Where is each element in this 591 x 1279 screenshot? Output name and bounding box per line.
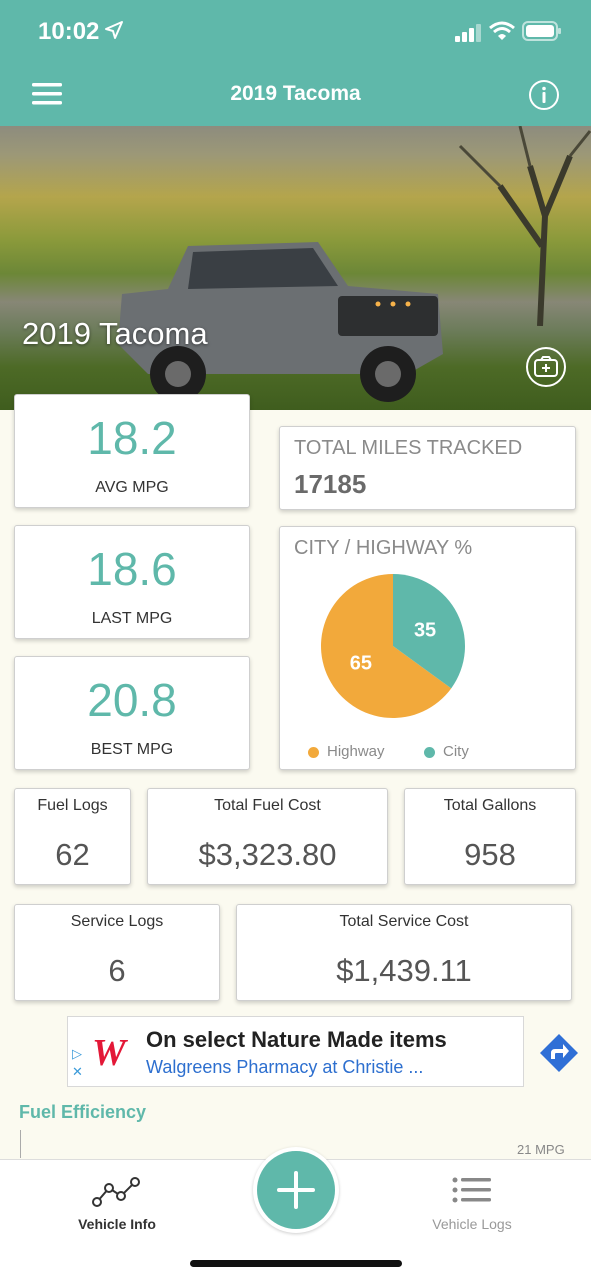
total-gallons-value: 958	[464, 837, 516, 872]
walgreens-logo: W	[92, 1032, 126, 1074]
city-highway-label: CITY / HIGHWAY %	[294, 537, 473, 559]
cellular-signal-icon	[455, 24, 481, 42]
legend-highway-dot	[308, 746, 319, 758]
total-service-cost-label: Total Service Cost	[339, 913, 469, 930]
total-miles-card[interactable]: TOTAL MILES TRACKED 17185	[279, 426, 576, 510]
fuel-logs-value: 62	[55, 837, 90, 872]
best-mpg-value: 20.8	[87, 674, 177, 726]
last-mpg-card[interactable]: 18.6 LAST MPG	[14, 525, 250, 639]
fuel-efficiency-title: Fuel Efficiency	[19, 1102, 147, 1122]
fuel-logs-label: Fuel Logs	[37, 797, 108, 814]
add-entry-button[interactable]	[253, 1147, 339, 1233]
service-logs-card[interactable]: Service Logs 6	[14, 904, 220, 1001]
best-mpg-card[interactable]: 20.8 BEST MPG	[14, 656, 250, 770]
last-mpg-value: 18.6	[87, 543, 177, 595]
total-service-cost-value: $1,439.11	[336, 953, 472, 988]
total-gallons-label: Total Gallons	[443, 797, 537, 814]
status-time: 10:02	[38, 18, 100, 45]
add-photo-camera-icon[interactable]	[525, 346, 567, 388]
ad-headline: On select Nature Made items	[146, 1027, 447, 1052]
total-fuel-cost-value: $3,323.80	[198, 837, 337, 872]
avg-mpg-card[interactable]: 18.2 AVG MPG	[14, 394, 250, 508]
service-logs-label: Service Logs	[70, 913, 164, 930]
tab-vehicle-logs[interactable]: Vehicle Logs	[402, 1174, 542, 1232]
list-icon	[452, 1177, 491, 1203]
adchoices-icon[interactable]: ▷ ✕	[72, 1045, 83, 1081]
city-highway-card[interactable]: CITY / HIGHWAY % 65 35 Highway City	[279, 526, 576, 770]
pie-label-highway: 65	[350, 652, 372, 674]
line-chart-icon	[92, 1177, 140, 1207]
legend-highway: Highway	[308, 743, 385, 760]
status-bar: 10:02	[0, 0, 591, 62]
city-highway-pie-chart: 65 35	[321, 574, 465, 718]
legend-highway-label: Highway	[327, 743, 385, 760]
fuel-efficiency-tick: 21 MPG	[517, 1142, 565, 1157]
vehicle-name-overlay: 2019 Tacoma	[22, 316, 208, 351]
info-icon[interactable]	[528, 79, 560, 111]
tab-vehicle-logs-label: Vehicle Logs	[432, 1216, 512, 1232]
total-fuel-cost-label: Total Fuel Cost	[214, 797, 321, 814]
total-fuel-cost-card[interactable]: Total Fuel Cost $3,323.80	[147, 788, 388, 885]
nav-bar: 2019 Tacoma	[0, 62, 591, 126]
page-title: 2019 Tacoma	[230, 82, 361, 105]
fuel-logs-card[interactable]: Fuel Logs 62	[14, 788, 131, 885]
legend-city-dot	[424, 746, 435, 758]
total-service-cost-card[interactable]: Total Service Cost $1,439.11	[236, 904, 572, 1001]
ad-subline: Walgreens Pharmacy at Christie ...	[146, 1057, 424, 1077]
avg-mpg-value: 18.2	[87, 412, 177, 464]
best-mpg-label: BEST MPG	[90, 741, 174, 758]
tab-vehicle-info-label: Vehicle Info	[78, 1216, 156, 1232]
service-logs-value: 6	[108, 953, 126, 988]
wifi-icon	[489, 21, 515, 40]
plus-icon	[277, 1171, 315, 1209]
last-mpg-label: LAST MPG	[91, 610, 173, 627]
fuel-efficiency-axis	[20, 1130, 21, 1158]
total-gallons-card[interactable]: Total Gallons 958	[404, 788, 576, 885]
add-entry-button-fill	[257, 1151, 335, 1229]
ad-banner[interactable]: ▷ ✕ W On select Nature Made items Walgree…	[67, 1016, 578, 1087]
battery-icon	[522, 21, 561, 41]
directions-icon[interactable]	[538, 1032, 580, 1074]
pie-label-city: 35	[414, 620, 436, 642]
location-arrow-icon	[105, 21, 123, 39]
home-indicator	[190, 1260, 402, 1267]
total-miles-value: 17185	[294, 469, 367, 499]
legend-city-label: City	[443, 743, 469, 760]
tab-vehicle-info[interactable]: Vehicle Info	[47, 1174, 187, 1232]
legend-city: City	[424, 743, 469, 760]
avg-mpg-label: AVG MPG	[95, 479, 169, 496]
vehicle-photo: 2019 Tacoma	[0, 126, 591, 410]
total-miles-label: TOTAL MILES TRACKED	[294, 437, 523, 459]
